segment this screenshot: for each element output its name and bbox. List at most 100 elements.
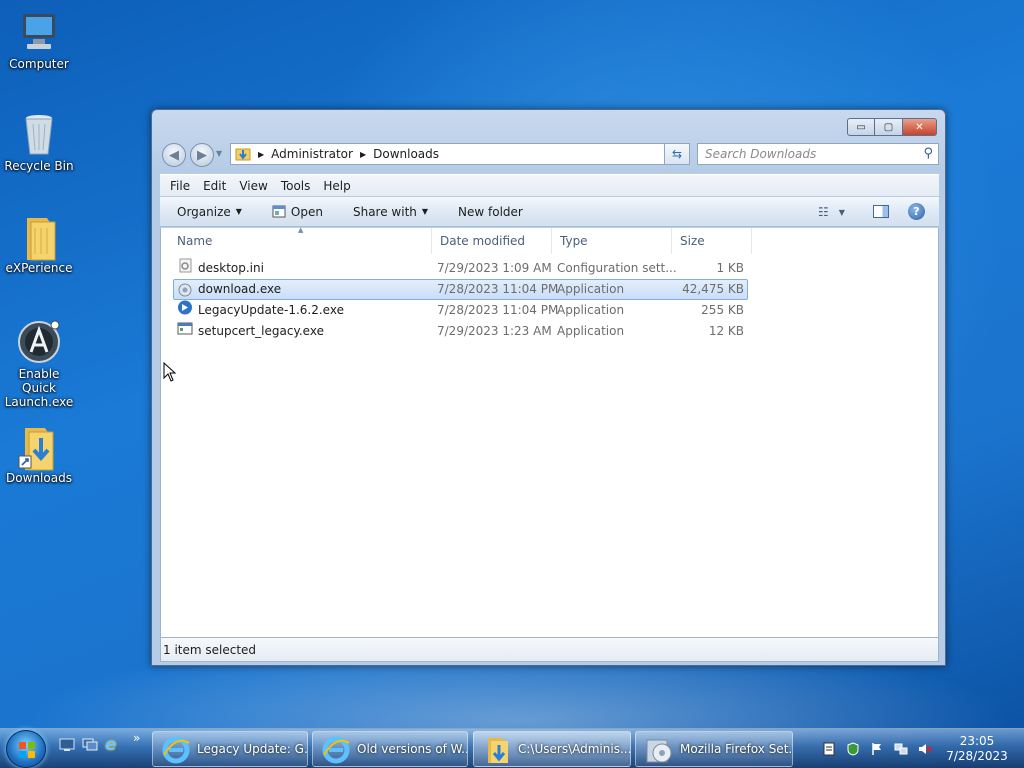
menu-file[interactable]: File [170,179,190,193]
computer-icon [17,10,61,54]
search-input[interactable]: Search Downloads ⚲ [697,143,939,165]
desktop-icon-computer[interactable]: Computer [0,10,78,71]
view-details-icon: ☷ [818,205,829,219]
quicklaunch-switch-windows[interactable] [82,738,98,752]
forward-button[interactable]: ▶ [190,143,214,167]
downloads-folder-icon [17,424,61,471]
tray-action-center-flag-icon[interactable] [870,742,884,756]
downloads-location-icon [235,146,251,162]
taskbar-button-explorer-downloads[interactable]: C:\Users\Adminis... [473,731,631,767]
taskbar-button-label: C:\Users\Adminis... [518,742,631,756]
taskbar-button-firefox-setup[interactable]: Mozilla Firefox Set... [635,731,793,767]
desktop-icon-label: eXPerience [5,261,73,275]
preview-pane-button[interactable] [873,205,889,218]
desktop-icon-label: Downloads [6,471,72,485]
file-row-download-exe[interactable]: download.exe 7/28/2023 11:04 PM Applicat… [173,279,748,300]
search-placeholder: Search Downloads [705,147,817,161]
tray-security-shield-icon[interactable] [846,742,860,756]
file-size: 12 KB [708,324,744,338]
column-header-type[interactable]: Type [552,228,672,254]
clock-date: 7/28/2023 [946,749,1008,763]
desktop-icon-experience[interactable]: eXPerience [0,214,78,275]
taskbar-button-label: Old versions of W... [357,742,468,756]
status-text: 1 item selected [163,643,257,657]
chevron-down-icon: ▼ [838,207,845,217]
taskbar-button-legacy-update[interactable]: Legacy Update: G... [152,731,308,767]
open-icon [272,205,286,218]
open-label: Open [290,204,323,219]
file-row-desktop-ini[interactable]: desktop.ini 7/29/2023 1:09 AM Configurat… [173,258,748,279]
file-date: 7/29/2023 1:23 AM [437,324,552,338]
quicklaunch-internet-explorer[interactable]: e [105,735,123,755]
desktop-icon-downloads[interactable]: Downloads [0,424,78,485]
internet-explorer-icon: e [105,735,117,755]
start-button[interactable] [6,730,46,768]
file-name: setupcert_legacy.exe [198,324,324,338]
breadcrumb-separator-icon[interactable]: ▶ [258,150,264,159]
file-type: Application [557,303,625,317]
taskbar-button-label: Mozilla Firefox Set... [680,742,793,756]
folder-icon [17,214,61,261]
file-row-legacyupdate-exe[interactable]: LegacyUpdate-1.6.2.exe 7/28/2023 11:04 P… [173,300,748,321]
clock[interactable]: 23:05 7/28/2023 [942,734,1012,764]
share-with-button[interactable]: Share with ▼ [353,205,428,219]
globe-app-icon [177,300,193,315]
column-header-date-modified[interactable]: Date modified [432,228,552,254]
menu-bar: File Edit View Tools Help [160,174,939,196]
tray-notes-icon[interactable] [822,742,836,756]
help-icon: ? [913,205,920,218]
menu-edit[interactable]: Edit [203,179,226,193]
file-name: LegacyUpdate-1.6.2.exe [198,303,344,317]
back-arrow-icon: ◀ [169,147,179,163]
quicklaunch-more-button[interactable]: » [133,731,140,745]
file-date: 7/29/2023 1:09 AM [437,261,552,275]
address-bar[interactable]: ▶ Administrator ▶ Downloads ▼ [230,143,688,165]
window-caption-buttons: ▭ ▢ ✕ [847,118,937,136]
switch-windows-icon [82,738,98,755]
internet-explorer-icon [161,735,191,765]
chevron-down-icon: ▼ [235,207,242,216]
share-with-label: Share with [352,204,417,219]
breadcrumb-separator-icon[interactable]: ▶ [360,150,366,159]
maximize-button[interactable]: ▢ [875,118,903,136]
breadcrumb-administrator[interactable]: Administrator [271,147,353,161]
open-button[interactable]: Open [272,205,323,219]
refresh-button[interactable]: ⇆ [664,143,690,165]
application-icon [177,321,193,336]
new-folder-button[interactable]: New folder [458,205,523,219]
organize-button[interactable]: Organize ▼ [177,205,242,219]
desktop-icon-enable-quick-launch[interactable]: Enable Quick Launch.exe [0,320,78,409]
explorer-window[interactable]: ▭ ▢ ✕ ◀ ▶ ▼ ▶ Administrator ▶ Downloads … [151,109,946,666]
minimize-button[interactable]: ▭ [847,118,875,136]
file-size: 1 KB [716,261,744,275]
refresh-icon: ⇆ [671,147,683,161]
desktop-icon-label: Enable Quick Launch.exe [4,367,74,409]
sort-arrow-icon: ▲ [298,226,304,234]
file-size: 255 KB [701,303,744,317]
quicklaunch-show-desktop[interactable] [59,738,75,752]
help-button[interactable]: ? [908,203,925,220]
taskbar-button-old-versions[interactable]: Old versions of W... [312,731,468,767]
breadcrumb-downloads[interactable]: Downloads [373,147,439,161]
organize-label: Organize [177,204,231,219]
desktop-icon-recycle-bin[interactable]: Recycle Bin [0,112,78,173]
close-button[interactable]: ✕ [903,118,937,136]
recent-pages-dropdown[interactable]: ▼ [216,149,222,158]
menu-view[interactable]: View [239,179,267,193]
show-desktop-icon [59,738,75,755]
column-header-size[interactable]: Size [672,228,752,254]
change-view-button[interactable]: ☷ ▼ [818,205,845,219]
new-folder-label: New folder [458,204,523,219]
tray-network-icon[interactable] [894,742,908,756]
file-row-setupcert-exe[interactable]: setupcert_legacy.exe 7/29/2023 1:23 AM A… [173,321,748,342]
tray-volume-muted-icon[interactable] [918,742,932,756]
menu-help[interactable]: Help [323,179,350,193]
file-list[interactable]: Name ▲ Date modified Type Size desktop.i… [160,226,939,637]
file-type: Application [557,324,625,338]
taskbar-button-label: Legacy Update: G... [197,742,308,756]
menu-tools[interactable]: Tools [281,179,311,193]
search-icon[interactable]: ⚲ [923,144,933,164]
file-name: download.exe [198,282,282,296]
file-size: 42,475 KB [682,282,744,296]
back-button[interactable]: ◀ [162,143,186,167]
